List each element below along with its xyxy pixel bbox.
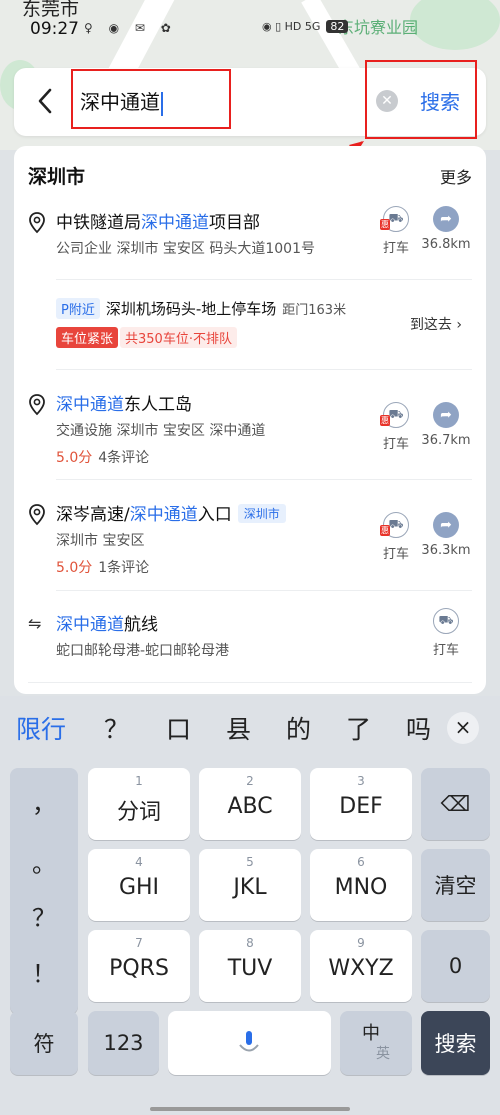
signal-icons: ◉ ▯ HD 5G — [262, 20, 321, 33]
candidate-word[interactable]: 限行 — [16, 710, 66, 746]
candidate-word[interactable]: ？ — [104, 710, 129, 746]
candidate-word[interactable]: 县 — [226, 710, 251, 746]
divider — [56, 279, 472, 280]
taxi-icon: ⛟ 惠 — [380, 206, 409, 232]
key-7[interactable]: 7 PQRS — [88, 930, 190, 1002]
location-pin-icon — [29, 394, 45, 416]
status-time: 09:27 — [30, 19, 79, 39]
highlight-search-button — [365, 60, 477, 139]
result-address: 公司企业 深圳市 宝安区 码头大道1001号 — [56, 241, 315, 257]
punct-key[interactable]: 。 — [10, 844, 78, 879]
result-address: 深圳市 宝安区 — [56, 533, 145, 549]
key-6[interactable]: 6 MNO — [310, 849, 412, 921]
taxi-button[interactable]: ⛟ 打车 — [424, 608, 468, 658]
candidate-word[interactable]: 了 — [346, 710, 371, 746]
backspace-key[interactable]: ⌫ — [421, 768, 490, 840]
route-button[interactable]: ➦ 36.3km — [416, 512, 476, 558]
parking-distance: 距门163米 — [282, 303, 347, 318]
result-rating: 5.0分 4条评论 — [56, 450, 150, 466]
more-link[interactable]: 更多 — [440, 164, 472, 188]
key-5[interactable]: 5 JKL — [199, 849, 301, 921]
taxi-button[interactable]: ⛟ 惠 打车 — [374, 512, 418, 562]
back-icon[interactable] — [36, 86, 54, 116]
candidate-word[interactable]: 吗 — [406, 710, 431, 746]
route-arrow-icon: ➦ — [433, 402, 459, 428]
clear-key[interactable]: 清空 — [421, 849, 490, 921]
divider — [56, 369, 472, 370]
route-button[interactable]: ➦ 36.7km — [416, 402, 476, 448]
parking-name: 深圳机场码头-地上停车场 — [105, 300, 277, 318]
taxi-icon: ⛟ — [433, 608, 459, 634]
keyboard-search-key[interactable]: 搜索 — [421, 1011, 490, 1075]
result-name: 深中通道东人工岛 — [56, 395, 192, 415]
city-heading: 深圳市 — [28, 166, 86, 188]
route-line-icon: ⇋ — [28, 614, 42, 633]
punct-key[interactable]: ？ — [10, 898, 78, 933]
key-1[interactable]: 1 分词 — [88, 768, 190, 840]
parking-badge: P附近 — [56, 298, 100, 319]
zero-key[interactable]: 0 — [421, 930, 490, 1002]
candidate-word[interactable]: 的 — [286, 710, 311, 746]
status-bar: 东莞市 09:27 ♀ ◉ ✉ ✿ 东坑寮业园 ◉ ▯ HD 5G 82 — [0, 0, 500, 40]
result-address: 交通设施 深圳市 宝安区 深中通道 — [56, 423, 266, 439]
battery-icon: 82 — [326, 20, 349, 33]
key-3[interactable]: 3 DEF — [310, 768, 412, 840]
voice-key[interactable] — [168, 1011, 331, 1075]
highlight-input-box — [71, 69, 231, 129]
location-pin-icon — [29, 504, 45, 526]
keyboard: 限行 ？ 口 县 的 了 吗 × ， 。 ？ ！ 1 分词 2 ABC 3 DEF ⌫… — [0, 696, 500, 1115]
microphone-icon — [239, 1031, 259, 1052]
close-candidates-icon[interactable]: × — [447, 712, 479, 744]
backspace-icon: ⌫ — [440, 792, 471, 816]
location-pin-icon — [29, 212, 45, 234]
parking-status-badge: 车位紧张 — [56, 327, 119, 348]
result-name: 深岑高速/深中通道入口 深圳市 — [56, 500, 286, 525]
taxi-icon: ⛟ 惠 — [380, 512, 409, 538]
taxi-button[interactable]: ⛟ 惠 打车 — [374, 402, 418, 452]
results-panel: 深圳市 更多 中铁隧道局深中通道项目部 公司企业 深圳市 宝安区 码头大道100… — [14, 146, 486, 694]
candidate-bar: 限行 ？ 口 县 的 了 吗 × — [0, 696, 500, 758]
key-9[interactable]: 9 WXYZ — [310, 930, 412, 1002]
route-arrow-icon: ➦ — [433, 512, 459, 538]
region-tag: 深圳市 — [237, 504, 286, 523]
number-key[interactable]: 123 — [88, 1011, 159, 1075]
divider — [56, 590, 472, 591]
status-right: ◉ ▯ HD 5G 82 — [262, 20, 349, 33]
language-toggle-key[interactable]: 中 英 — [340, 1011, 412, 1075]
result-name: 中铁隧道局深中通道项目部 — [56, 213, 260, 233]
candidate-word[interactable]: 口 — [166, 710, 191, 746]
taxi-icon: ⛟ 惠 — [380, 402, 409, 428]
notification-icons: ♀ ◉ ✉ ✿ — [84, 21, 177, 35]
key-8[interactable]: 8 TUV — [199, 930, 301, 1002]
map-poi-label: 东坑寮业园 — [338, 18, 419, 37]
key-2[interactable]: 2 ABC — [199, 768, 301, 840]
punct-key[interactable]: ， — [10, 784, 78, 819]
route-arrow-icon: ➦ — [433, 206, 459, 232]
key-4[interactable]: 4 GHI — [88, 849, 190, 921]
parking-suggestion[interactable]: P附近 深圳机场码头-地上停车场 距门163米 车位紧张 共350车位·不排队 到这去… — [56, 298, 476, 348]
status-city: 东莞市 — [22, 0, 80, 20]
go-here-button[interactable]: 到这去 › — [410, 314, 462, 334]
result-name: 深中通道航线 — [56, 615, 158, 635]
punct-key[interactable]: ！ — [10, 954, 78, 989]
symbol-key[interactable]: 符 — [10, 1011, 78, 1075]
divider — [28, 682, 472, 683]
taxi-button[interactable]: ⛟ 惠 打车 — [374, 206, 418, 256]
route-button[interactable]: ➦ 36.8km — [416, 206, 476, 252]
home-indicator[interactable] — [150, 1107, 350, 1111]
punctuation-column[interactable]: ， 。 ？ ！ — [10, 768, 78, 1014]
divider — [56, 479, 472, 480]
result-address: 蛇口邮轮母港-蛇口邮轮母港 — [56, 643, 230, 659]
parking-count-badge: 共350车位·不排队 — [120, 327, 237, 348]
result-rating: 5.0分 1条评论 — [56, 560, 150, 576]
